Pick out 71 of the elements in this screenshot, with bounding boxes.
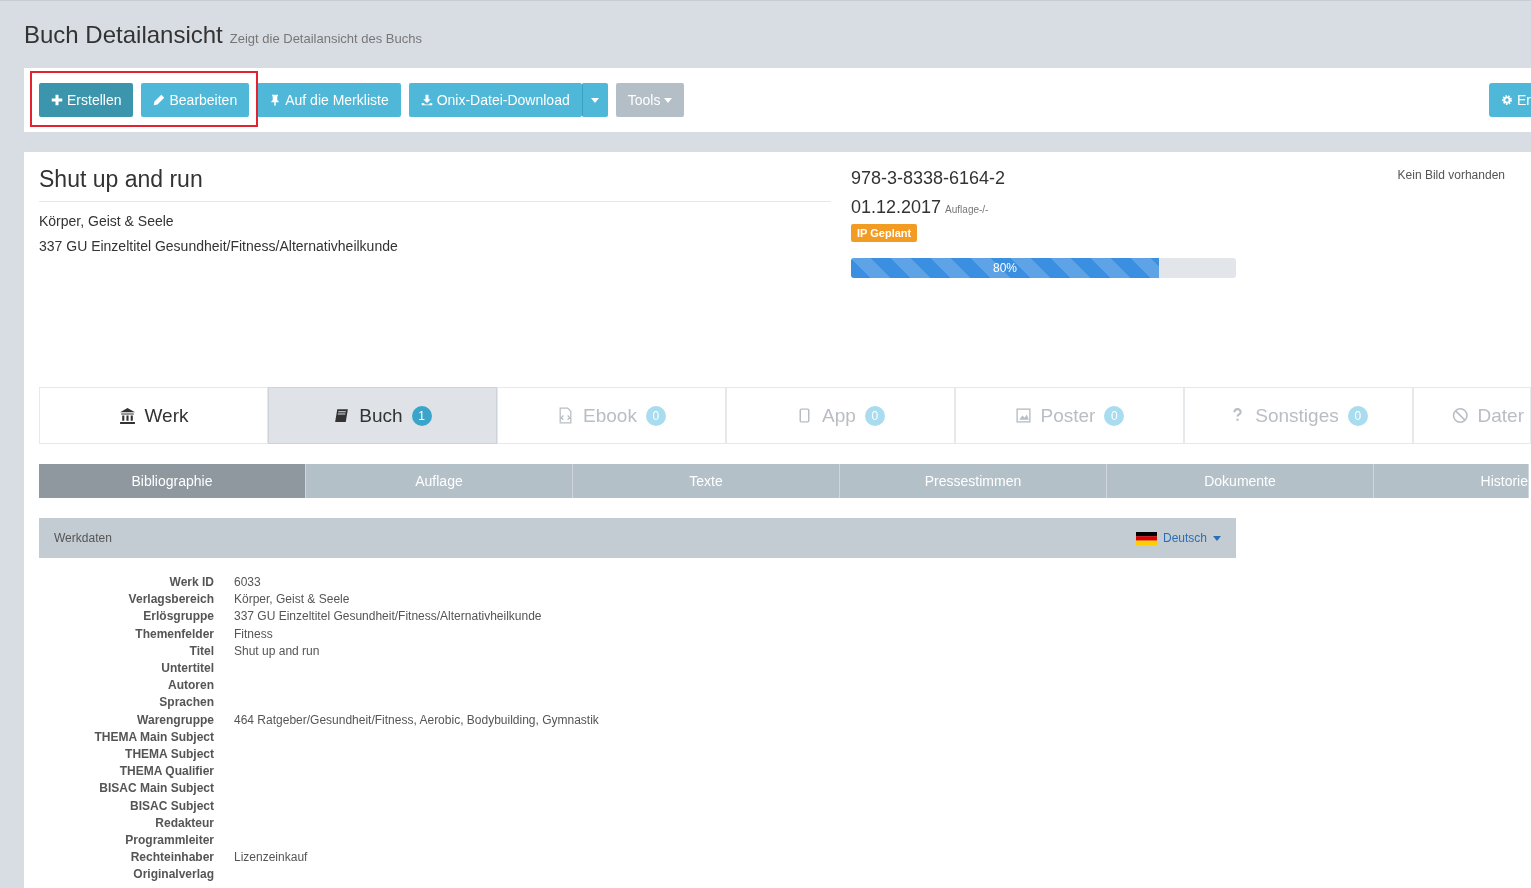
section-tab[interactable]: Bibliographie bbox=[39, 464, 306, 498]
settings-button[interactable]: Er bbox=[1489, 83, 1531, 117]
section-tab[interactable]: Texte bbox=[573, 464, 840, 498]
field-value: 337 GU Einzeltitel Gesundheit/Fitness/Alternativheilkunde bbox=[234, 609, 542, 624]
field-label: Verlagsbereich bbox=[127, 591, 214, 609]
page-title: Buch Detailansicht bbox=[24, 21, 223, 49]
progress-fill: 80% bbox=[851, 258, 1159, 278]
field-label: Autoren bbox=[167, 677, 214, 695]
field-value: Lizenzeinkauf bbox=[234, 850, 308, 865]
toolbar-button[interactable]: Erstellen bbox=[39, 83, 134, 117]
field-label: Themenfelder bbox=[134, 625, 214, 643]
section-tab[interactable]: Pressestimmen bbox=[840, 464, 1107, 498]
caret-icon bbox=[1213, 535, 1221, 541]
status-badge: IP Geplant bbox=[851, 224, 918, 242]
panel-title: Werkdaten bbox=[54, 531, 112, 545]
book-title: Shut up and run bbox=[39, 166, 831, 202]
field-value: 464 Ratgeber/Gesundheit/Fitness, Aerobic, Bodybuilding, Gymnastik bbox=[234, 712, 599, 727]
pencil-icon bbox=[153, 94, 166, 106]
page-subtitle: Zeigt die Detailansicht des Buchs bbox=[229, 31, 422, 46]
section-tab[interactable]: Auflage bbox=[306, 464, 573, 498]
section-tab[interactable]: Dokumente bbox=[1107, 464, 1374, 498]
book-info: Körper, Geist & Seele bbox=[39, 213, 175, 229]
type-tab[interactable]: Werk bbox=[39, 387, 268, 444]
count-badge: 0 bbox=[864, 405, 885, 426]
field-label: Werk ID bbox=[168, 574, 214, 591]
type-tab[interactable]: Buch 1 bbox=[268, 387, 497, 444]
field-label: Originalverlag bbox=[132, 866, 214, 884]
field-label: THEMA Subject bbox=[124, 746, 214, 764]
book-info: 337 GU Einzeltitel Gesundheit/Fitness/Alternativheilkunde bbox=[39, 238, 399, 254]
isbn: 978-3-8338-6164-2 bbox=[851, 168, 1007, 189]
no-image-note: Kein Bild vorhanden bbox=[1397, 168, 1505, 184]
toolbar-button[interactable]: Onix-Datei-Download bbox=[408, 83, 582, 117]
settings-icon bbox=[1501, 94, 1513, 106]
caret-icon bbox=[591, 97, 600, 103]
field-label: THEMA Main Subject bbox=[93, 728, 214, 746]
field-value: 6033 bbox=[234, 575, 261, 589]
field-label: Programmleiter bbox=[124, 832, 214, 850]
field-label: Titel bbox=[188, 642, 214, 660]
field-label: Redakteur bbox=[154, 814, 214, 832]
language-dropdown[interactable]: Deutsch bbox=[1135, 531, 1221, 545]
flag-icon bbox=[1135, 531, 1157, 545]
toolbar-button[interactable]: Tools bbox=[615, 83, 685, 117]
download-icon bbox=[420, 94, 433, 106]
dropdown-toggle[interactable] bbox=[581, 83, 608, 117]
toolbar-button[interactable]: Bearbeiten bbox=[141, 83, 250, 117]
field-label: BISAC Subject bbox=[129, 797, 214, 815]
bank-icon bbox=[118, 407, 136, 424]
field-label: BISAC Main Subject bbox=[98, 780, 214, 798]
caret-icon bbox=[664, 97, 673, 103]
field-label: Erlösgruppe bbox=[142, 608, 214, 626]
field-label: THEMA Qualifier bbox=[118, 763, 214, 781]
book-icon bbox=[333, 407, 351, 424]
image-icon bbox=[1014, 407, 1032, 424]
field-label: Untertitel bbox=[160, 660, 214, 677]
count-badge: 0 bbox=[1347, 405, 1368, 426]
count-badge: 0 bbox=[645, 405, 666, 426]
publication-date: 01.12.2017 bbox=[851, 197, 942, 218]
field-value: Shut up and run bbox=[234, 643, 320, 658]
field-label: Warengruppe bbox=[136, 711, 214, 729]
count-badge: 1 bbox=[411, 405, 432, 426]
pin-icon bbox=[269, 94, 282, 106]
field-label: Rechteinhaber bbox=[129, 849, 214, 867]
field-value: Fitness bbox=[234, 626, 273, 641]
count-badge: 0 bbox=[1104, 405, 1125, 426]
toolbar-button[interactable]: Auf die Merkliste bbox=[257, 83, 401, 117]
plus-icon bbox=[51, 94, 63, 106]
section-tab[interactable]: Historie bbox=[1374, 464, 1529, 498]
ban-icon bbox=[1452, 407, 1469, 424]
field-label: Sprachen bbox=[158, 694, 214, 712]
edition-label: Auflage-/- bbox=[945, 204, 989, 215]
field-value: Körper, Geist & Seele bbox=[234, 592, 350, 607]
